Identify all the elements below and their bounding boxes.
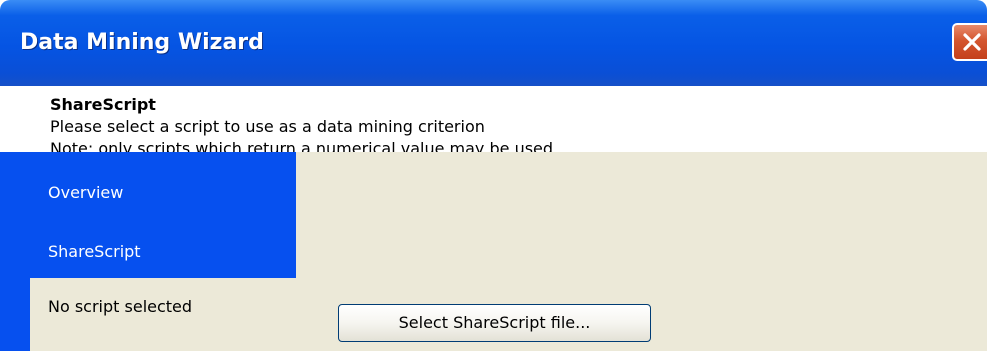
sidebar-item-overview[interactable]: Overview	[48, 182, 123, 204]
script-status-label: No script selected	[48, 297, 193, 316]
window-title: Data Mining Wizard	[20, 30, 264, 55]
step-title: ShareScript	[50, 95, 156, 114]
wizard-header: ShareScript Please select a script to us…	[0, 86, 987, 158]
sidebar-item-sharescript[interactable]: ShareScript	[48, 241, 141, 263]
wizard-window: Data Mining Wizard ShareScript Please se…	[0, 0, 987, 351]
sidebar-status-panel: No script selected	[30, 278, 296, 351]
title-bar[interactable]: Data Mining Wizard	[0, 0, 987, 86]
close-button[interactable]	[952, 23, 987, 61]
select-sharescript-file-button[interactable]: Select ShareScript file...	[338, 304, 651, 342]
step-description: Please select a script to use as a data …	[50, 117, 485, 136]
